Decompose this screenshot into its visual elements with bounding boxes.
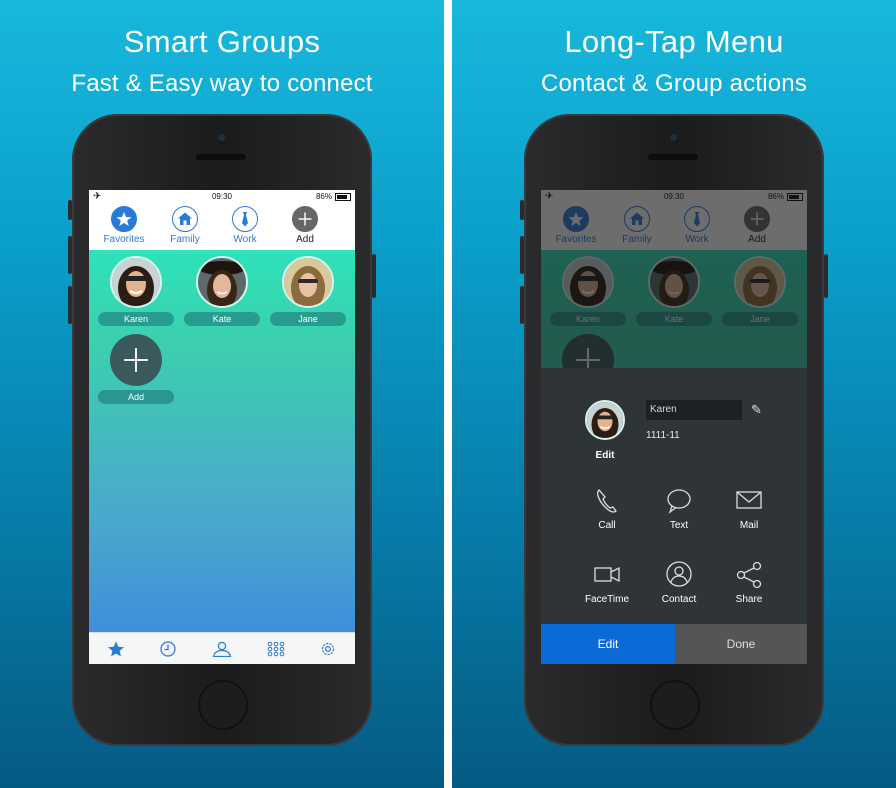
- panel-title: Long-Tap Menu: [564, 24, 784, 59]
- action-label: Text: [669, 520, 689, 531]
- facetime-button[interactable]: FaceTime: [575, 560, 639, 605]
- star-icon[interactable]: [105, 641, 127, 657]
- home-icon: [172, 206, 198, 232]
- group-tabs: Favorites Family Work: [89, 204, 355, 250]
- panel-title: Smart Groups: [123, 24, 321, 59]
- avatar: [196, 256, 248, 308]
- promo-panel-long-tap-menu: Long-Tap Menu Contact & Group actions ✈ …: [452, 0, 896, 788]
- share-icon: [736, 561, 762, 589]
- tab-label: Work: [233, 234, 257, 245]
- earpiece-speaker: [648, 154, 698, 160]
- phone-icon: [597, 489, 617, 513]
- tab-family[interactable]: Family: [155, 206, 215, 245]
- mail-button[interactable]: Mail: [717, 486, 781, 531]
- power-button: [372, 254, 376, 298]
- action-label: Call: [598, 520, 616, 531]
- gear-icon[interactable]: [317, 641, 339, 657]
- mute-switch: [520, 200, 524, 220]
- action-label: FaceTime: [584, 594, 630, 605]
- tab-label: Add: [296, 234, 314, 245]
- group-contacts-area: Karen Kate Jane Add: [89, 250, 355, 632]
- done-button[interactable]: Done: [675, 624, 807, 664]
- contact-tile-jane[interactable]: Jane: [270, 256, 346, 326]
- text-button[interactable]: Text: [647, 486, 711, 531]
- panel-subtitle: Fast & Easy way to connect: [71, 70, 373, 97]
- tab-work[interactable]: Work: [215, 206, 275, 245]
- clock-icon[interactable]: [157, 641, 179, 657]
- home-button[interactable]: [198, 680, 248, 730]
- contact-name: Jane: [270, 312, 346, 326]
- mute-switch: [68, 200, 72, 220]
- status-bar: ✈ 09:30 86%: [89, 190, 355, 204]
- battery-percent: 86%: [315, 192, 332, 201]
- avatar: [585, 400, 625, 440]
- app-screen: ✈ 09:30 86% Favorites Family: [89, 190, 355, 664]
- camera-sensor: [218, 134, 225, 141]
- edit-button[interactable]: Edit: [541, 624, 675, 664]
- tab-add[interactable]: Add: [275, 206, 335, 245]
- long-tap-menu: Edit Karen ✎ 1111-11 Call Text Mail Face…: [541, 368, 807, 664]
- home-button[interactable]: [650, 680, 700, 730]
- earpiece-speaker: [196, 154, 246, 160]
- share-button[interactable]: Share: [717, 560, 781, 605]
- mail-icon: [736, 491, 762, 509]
- contact-button[interactable]: Contact: [647, 560, 711, 605]
- panel-divider: [444, 0, 452, 788]
- contact-number: 1111-11: [646, 430, 680, 441]
- contact-name: Karen: [98, 312, 174, 326]
- pencil-icon[interactable]: ✎: [751, 402, 762, 418]
- action-label: Mail: [739, 520, 759, 531]
- call-button[interactable]: Call: [575, 486, 639, 531]
- contact-name: Kate: [184, 312, 260, 326]
- volume-up-button: [68, 236, 72, 274]
- contact-tile-kate[interactable]: Kate: [184, 256, 260, 326]
- volume-down-button: [520, 286, 524, 324]
- tab-favorites[interactable]: Favorites: [94, 206, 154, 245]
- tie-icon: [232, 206, 258, 232]
- contact-name: Add: [98, 390, 174, 404]
- contact-avatar[interactable]: [585, 400, 625, 440]
- avatar-edit-label[interactable]: Edit: [577, 450, 633, 461]
- camera-sensor: [670, 134, 677, 141]
- power-button: [824, 254, 828, 298]
- bottom-tab-bar: [89, 632, 355, 664]
- battery-icon: [335, 192, 351, 201]
- person-icon[interactable]: [211, 641, 233, 657]
- promo-panel-smart-groups: Smart Groups Fast & Easy way to connect …: [0, 0, 444, 788]
- plus-icon: [110, 334, 162, 386]
- contact-name-field[interactable]: Karen: [646, 400, 742, 420]
- contact-tile-karen[interactable]: Karen: [98, 256, 174, 326]
- tab-label: Family: [170, 234, 200, 245]
- panel-subtitle: Contact & Group actions: [540, 70, 808, 97]
- add-contact-tile[interactable]: Add: [98, 334, 174, 404]
- avatar: [282, 256, 334, 308]
- video-icon: [594, 566, 620, 583]
- action-label: Contact: [661, 594, 697, 605]
- tab-label: Favorites: [103, 234, 145, 245]
- action-label: Share: [735, 594, 763, 605]
- volume-up-button: [520, 236, 524, 274]
- avatar: [110, 256, 162, 308]
- battery-indicator: 86%: [316, 192, 351, 201]
- grid-icon[interactable]: [265, 641, 287, 657]
- plus-icon: [292, 206, 318, 232]
- star-icon: [111, 206, 137, 232]
- phone-frame: ✈ 09:30 86% Favorites Family: [68, 114, 376, 746]
- contact-icon: [666, 561, 692, 587]
- phone-frame: ✈ 09:30 86% Favorites Family: [520, 114, 828, 746]
- message-icon: [667, 489, 691, 514]
- app-screen: ✈ 09:30 86% Favorites Family: [541, 190, 807, 664]
- volume-down-button: [68, 286, 72, 324]
